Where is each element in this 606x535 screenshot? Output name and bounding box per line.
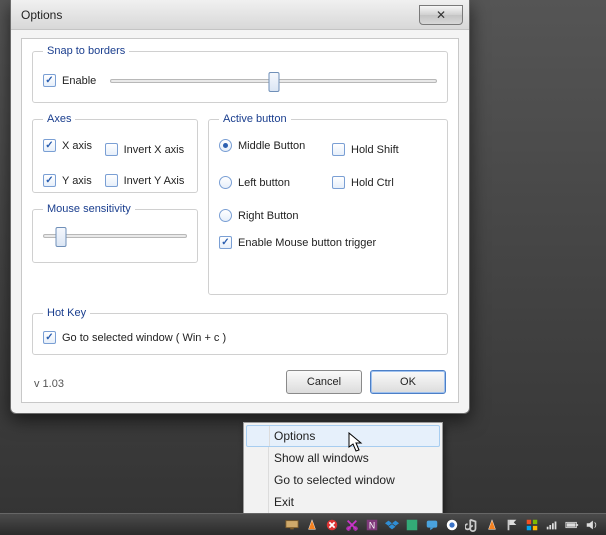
context-menu-item[interactable]: Show all windows	[246, 447, 440, 469]
svg-text:N: N	[369, 520, 375, 530]
scissors-icon[interactable]	[344, 517, 360, 533]
sensitivity-slider[interactable]	[43, 225, 187, 247]
group-mouse-sensitivity: Mouse sensitivity	[32, 203, 198, 263]
context-menu-item[interactable]: Options	[246, 425, 440, 447]
button-label: Cancel	[307, 376, 341, 388]
context-menu-label: Exit	[274, 495, 294, 509]
client-area: Snap to borders Enable Axes X axis	[21, 38, 459, 403]
window-close-button[interactable]: ✕	[419, 5, 463, 25]
group-axes: Axes X axis Invert X axis Y axis Invert …	[32, 113, 198, 193]
x-axis-checkbox[interactable]: X axis	[43, 135, 95, 156]
ok-button[interactable]: OK	[370, 370, 446, 394]
checkbox-icon	[105, 174, 118, 187]
radio-middle-button[interactable]: Middle Button	[219, 135, 324, 156]
checkbox-icon	[219, 236, 232, 249]
dropbox-icon[interactable]	[384, 517, 400, 533]
checkbox-label: Hold Ctrl	[349, 177, 394, 189]
checkbox-label: Invert X axis	[122, 144, 185, 156]
checkbox-icon	[43, 174, 56, 187]
checkbox-label: X axis	[60, 140, 92, 152]
cancel-button[interactable]: Cancel	[286, 370, 362, 394]
checkbox-icon	[105, 143, 118, 156]
checkbox-label: Hold Shift	[349, 144, 399, 156]
snap-enable-checkbox[interactable]: Enable	[43, 74, 96, 87]
radio-icon	[219, 139, 232, 152]
vlc-icon[interactable]	[304, 517, 320, 533]
titlebar[interactable]: Options ✕	[11, 0, 469, 30]
chat-icon[interactable]	[424, 517, 440, 533]
group-legend: Snap to borders	[43, 45, 129, 57]
options-window: Options ✕ Snap to borders Enable	[10, 0, 470, 414]
tray-context-menu: Options Show all windows Go to selected wi…	[243, 422, 443, 516]
snap-slider[interactable]	[110, 79, 437, 83]
vlc2-icon[interactable]	[484, 517, 500, 533]
desktop-icon[interactable]	[284, 517, 300, 533]
util-icon[interactable]	[404, 517, 420, 533]
window-title: Options	[21, 8, 62, 22]
flag-icon[interactable]	[504, 517, 520, 533]
note-icon[interactable]	[464, 517, 480, 533]
checkbox-label: Y axis	[60, 175, 92, 187]
radio-label: Middle Button	[236, 140, 305, 152]
checkbox-icon	[43, 74, 56, 87]
checkbox-label: Enable	[60, 75, 96, 87]
radio-label: Right Button	[236, 210, 299, 222]
signal-icon[interactable]	[544, 517, 560, 533]
group-active-button: Active button Middle Button Hold Shift L…	[208, 113, 448, 295]
windows-icon[interactable]	[524, 517, 540, 533]
hotkey-checkbox[interactable]: Go to selected window ( Win + c )	[43, 329, 437, 346]
button-label: OK	[400, 376, 416, 388]
bubble-icon[interactable]	[444, 517, 460, 533]
checkbox-icon	[332, 143, 345, 156]
group-legend: Active button	[219, 113, 291, 125]
volume-icon[interactable]	[584, 517, 600, 533]
hold-shift-checkbox[interactable]: Hold Shift	[332, 143, 437, 156]
close-icon: ✕	[436, 8, 446, 22]
context-menu-label: Go to selected window	[274, 473, 395, 487]
slider-thumb[interactable]	[268, 72, 279, 92]
context-menu-label: Show all windows	[274, 451, 369, 465]
radio-icon	[219, 209, 232, 222]
checkbox-icon	[43, 331, 56, 344]
checkbox-label: Enable Mouse button trigger	[236, 237, 376, 249]
checkbox-icon	[332, 176, 345, 189]
taskbar: N	[0, 513, 606, 535]
group-snap-to-borders: Snap to borders Enable	[32, 45, 448, 103]
group-hot-key: Hot Key Go to selected window ( Win + c …	[32, 307, 448, 355]
battery-icon[interactable]	[564, 517, 580, 533]
radio-right-button[interactable]: Right Button	[219, 209, 324, 222]
radio-label: Left button	[236, 177, 290, 189]
version-label: v 1.03	[34, 378, 64, 390]
slider-track	[43, 234, 187, 238]
close-red-icon[interactable]	[324, 517, 340, 533]
group-legend: Hot Key	[43, 307, 90, 319]
context-menu-item[interactable]: Go to selected window	[246, 469, 440, 491]
enable-mouse-trigger-checkbox[interactable]: Enable Mouse button trigger	[219, 236, 437, 249]
radio-icon	[219, 176, 232, 189]
invert-y-checkbox[interactable]: Invert Y Axis	[105, 174, 187, 187]
group-legend: Mouse sensitivity	[43, 203, 135, 215]
button-bar: Cancel OK	[286, 370, 446, 394]
hold-ctrl-checkbox[interactable]: Hold Ctrl	[332, 176, 437, 189]
context-menu-item[interactable]: Exit	[246, 491, 440, 513]
group-legend: Axes	[43, 113, 75, 125]
slider-thumb[interactable]	[56, 227, 67, 247]
context-menu-label: Options	[274, 429, 315, 443]
checkbox-icon	[43, 139, 56, 152]
checkbox-label: Go to selected window ( Win + c )	[60, 332, 226, 344]
invert-x-checkbox[interactable]: Invert X axis	[105, 143, 187, 156]
onenote-icon[interactable]: N	[364, 517, 380, 533]
checkbox-label: Invert Y Axis	[122, 175, 185, 187]
y-axis-checkbox[interactable]: Y axis	[43, 174, 95, 187]
slider-track	[110, 79, 437, 83]
radio-left-button[interactable]: Left button	[219, 176, 324, 189]
